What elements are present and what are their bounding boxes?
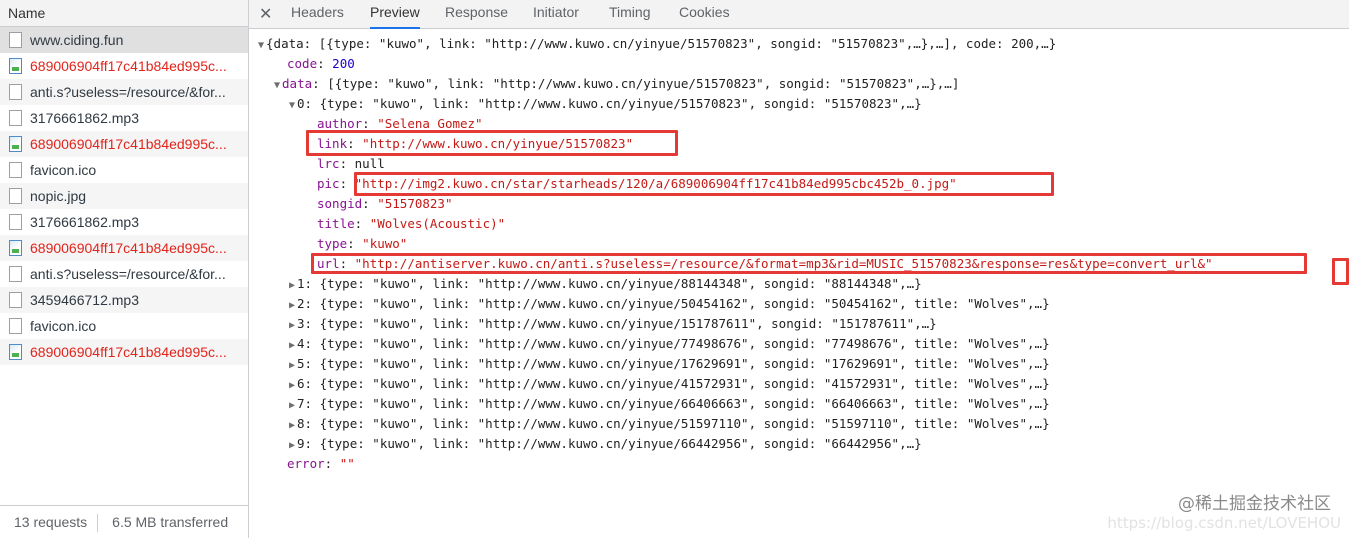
name-column-header[interactable]: Name <box>0 0 248 27</box>
tree-row-item-9[interactable]: ▶ 9: {type: "kuwo", link: "http://www.kuw… <box>289 434 922 454</box>
request-row[interactable]: 3176661862.mp3 <box>0 209 248 235</box>
expand-arrow-icon[interactable]: ▶ <box>289 360 295 371</box>
request-name: www.ciding.fun <box>30 32 124 48</box>
tab-cookies[interactable]: Cookies <box>679 0 730 27</box>
expand-arrow-icon[interactable]: ▶ <box>289 420 295 431</box>
tree-row-item-0[interactable]: ▼ 0: {type: "kuwo", link: "http://www.kuw… <box>289 94 922 114</box>
tab-timing[interactable]: Timing <box>609 0 651 27</box>
request-name: 689006904ff17c41b84ed995c... <box>30 240 227 256</box>
watermark: @稀土掘金技术社区 <box>1178 494 1331 514</box>
request-row[interactable]: 3459466712.mp3 <box>0 287 248 313</box>
expand-arrow-icon[interactable]: ▼ <box>289 100 295 111</box>
expand-arrow-icon[interactable]: ▼ <box>258 40 264 51</box>
image-file-icon <box>9 58 22 74</box>
tree-row-item-8[interactable]: ▶ 8: {type: "kuwo", link: "http://www.kuw… <box>289 414 1050 434</box>
document-file-icon <box>9 110 22 126</box>
request-row[interactable]: anti.s?useless=/resource/&for... <box>0 261 248 287</box>
request-name: 3459466712.mp3 <box>30 292 139 308</box>
document-file-icon <box>9 292 22 308</box>
tree-row-item-1[interactable]: ▶ 1: {type: "kuwo", link: "http://www.kuw… <box>289 274 922 294</box>
document-file-icon <box>9 84 22 100</box>
tree-row-type: type: "kuwo" <box>317 236 408 251</box>
tree-row-code: code: 200 <box>287 56 355 71</box>
expand-arrow-icon[interactable]: ▶ <box>289 300 295 311</box>
document-file-icon <box>9 318 22 334</box>
request-row[interactable]: www.ciding.fun <box>0 27 248 53</box>
request-name: anti.s?useless=/resource/&for... <box>30 266 226 282</box>
request-name: nopic.jpg <box>30 188 87 204</box>
expand-arrow-icon[interactable]: ▶ <box>289 440 295 451</box>
expand-arrow-icon[interactable]: ▶ <box>289 340 295 351</box>
watermark-faint: https://blog.csdn.net/LOVEHOU <box>1107 514 1341 532</box>
request-row[interactable]: 689006904ff17c41b84ed995c... <box>0 235 248 261</box>
tree-row-songid: songid: "51570823" <box>317 196 453 211</box>
image-file-icon <box>9 344 22 360</box>
document-file-icon <box>9 162 22 178</box>
details-tab-bar: ✕ Headers Preview Response Initiator Tim… <box>249 0 1349 29</box>
transferred-size: 6.5 MB transferred <box>112 514 229 530</box>
expand-arrow-icon[interactable]: ▶ <box>289 280 295 291</box>
request-name: anti.s?useless=/resource/&for... <box>30 84 226 100</box>
request-row[interactable]: 689006904ff17c41b84ed995c... <box>0 339 248 365</box>
request-details-panel: ✕ Headers Preview Response Initiator Tim… <box>249 0 1349 538</box>
request-row[interactable]: favicon.ico <box>0 313 248 339</box>
request-name: 689006904ff17c41b84ed995c... <box>30 136 227 152</box>
request-name: favicon.ico <box>30 318 97 334</box>
tree-row-item-6[interactable]: ▶ 6: {type: "kuwo", link: "http://www.kuw… <box>289 374 1050 394</box>
document-file-icon <box>9 266 22 282</box>
expand-arrow-icon[interactable]: ▶ <box>289 400 295 411</box>
request-row[interactable]: 3176661862.mp3 <box>0 105 248 131</box>
network-request-list-panel: Name www.ciding.fun 689006904ff17c41b84ed… <box>0 0 249 538</box>
expand-arrow-icon[interactable]: ▶ <box>289 320 295 331</box>
expand-arrow-icon[interactable]: ▶ <box>289 380 295 391</box>
request-count: 13 requests <box>14 514 88 530</box>
tab-preview[interactable]: Preview <box>370 0 420 29</box>
tab-headers[interactable]: Headers <box>291 0 344 27</box>
document-file-icon <box>9 188 22 204</box>
image-file-icon <box>9 136 22 152</box>
tab-initiator[interactable]: Initiator <box>533 0 579 27</box>
request-row[interactable]: anti.s?useless=/resource/&for... <box>0 79 248 105</box>
request-list: www.ciding.fun 689006904ff17c41b84ed995c.… <box>0 27 248 365</box>
expand-arrow-icon[interactable]: ▼ <box>274 80 280 91</box>
request-row[interactable]: nopic.jpg <box>0 183 248 209</box>
request-name: 689006904ff17c41b84ed995c... <box>30 344 227 360</box>
request-row[interactable]: favicon.ico <box>0 157 248 183</box>
tree-row-lrc: lrc: null <box>317 156 385 171</box>
highlight-box-url <box>311 253 1307 274</box>
highlight-box-link <box>306 130 678 156</box>
request-name: favicon.ico <box>30 162 97 178</box>
tree-root-row[interactable]: ▼ {data: [{type: "kuwo", link: "http://ww… <box>258 34 1056 54</box>
document-file-icon <box>9 32 22 48</box>
request-name: 3176661862.mp3 <box>30 214 139 230</box>
highlight-box-edge <box>1332 258 1349 285</box>
tree-row-item-3[interactable]: ▶ 3: {type: "kuwo", link: "http://www.kuw… <box>289 314 937 334</box>
tree-row-error: error: "" <box>287 456 355 471</box>
request-row[interactable]: 689006904ff17c41b84ed995c... <box>0 53 248 79</box>
network-status-bar: 13 requests 6.5 MB transferred <box>0 505 248 538</box>
close-icon[interactable]: ✕ <box>259 4 272 24</box>
request-row[interactable]: 689006904ff17c41b84ed995c... <box>0 131 248 157</box>
tree-row-data[interactable]: ▼ data: [{type: "kuwo", link: "http://www… <box>274 74 959 94</box>
tree-row-title: title: "Wolves(Acoustic)" <box>317 216 506 231</box>
tab-response[interactable]: Response <box>445 0 508 27</box>
tree-row-item-5[interactable]: ▶ 5: {type: "kuwo", link: "http://www.kuw… <box>289 354 1050 374</box>
tree-row-item-2[interactable]: ▶ 2: {type: "kuwo", link: "http://www.kuw… <box>289 294 1050 314</box>
tree-row-item-4[interactable]: ▶ 4: {type: "kuwo", link: "http://www.kuw… <box>289 334 1050 354</box>
request-name: 689006904ff17c41b84ed995c... <box>30 58 227 74</box>
highlight-box-pic <box>354 172 1054 196</box>
image-file-icon <box>9 240 22 256</box>
request-name: 3176661862.mp3 <box>30 110 139 126</box>
tree-row-item-7[interactable]: ▶ 7: {type: "kuwo", link: "http://www.kuw… <box>289 394 1050 414</box>
document-file-icon <box>9 214 22 230</box>
